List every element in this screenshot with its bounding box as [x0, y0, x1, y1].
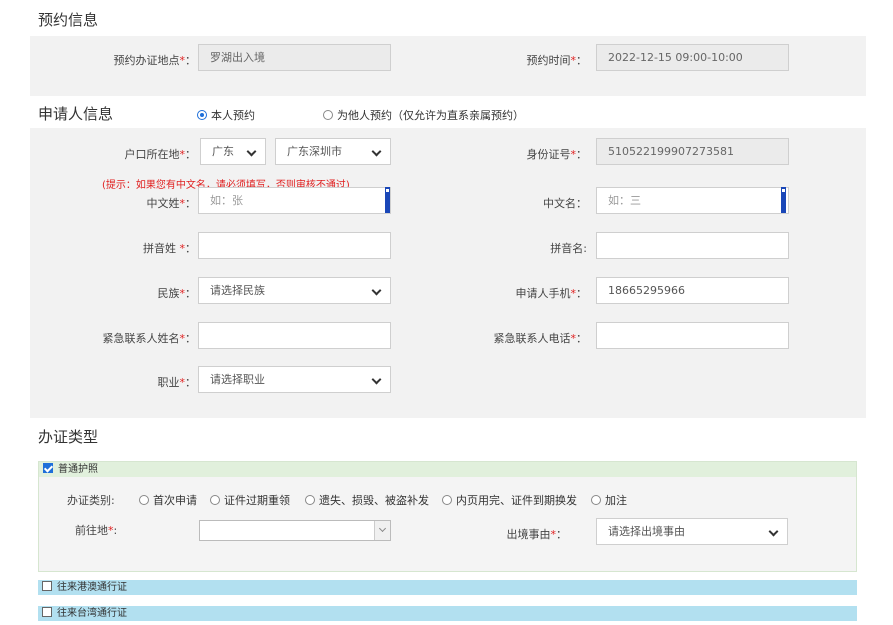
- ethnicity-label: 民族*：: [157, 287, 197, 300]
- hk-macau-permit-header[interactable]: 往来港澳通行证: [38, 580, 857, 595]
- radio-empty-icon: [210, 495, 220, 505]
- occupation-select[interactable]: 请选择职业: [198, 366, 391, 393]
- given-name-label: 中文名：: [543, 197, 587, 210]
- input-scroll-handle[interactable]: [385, 187, 390, 213]
- occupation-label: 职业*：: [157, 376, 197, 389]
- radio-other-appointment[interactable]: 为他人预约（仅允许为直系亲属预约）: [323, 107, 524, 123]
- destination-label: 前往地*:: [75, 524, 118, 537]
- cert-category-label: 办证类别:: [67, 494, 115, 507]
- pinyin-given-input[interactable]: [596, 232, 789, 259]
- id-number-label: 身份证号*：: [526, 148, 588, 161]
- chevron-down-icon: [371, 285, 382, 296]
- emergency-name-input[interactable]: [198, 322, 391, 349]
- appointment-time-label: 预约时间*：: [526, 54, 588, 67]
- chevron-down-icon: [768, 526, 779, 537]
- hukou-label: 户口所在地*：: [124, 148, 197, 161]
- phone-label: 申请人手机*：: [515, 287, 588, 300]
- checkbox-unchecked-icon[interactable]: [42, 607, 52, 617]
- pinyin-given-label: 拼音名:: [550, 242, 587, 255]
- appointment-panel: 预约办证地点*： 罗湖出入境 预约时间*： 2022-12-15 09:00-1…: [30, 36, 866, 96]
- phone-input[interactable]: 18665295966: [596, 277, 789, 304]
- cert-type-section-title: 办证类型: [38, 428, 99, 446]
- emergency-name-label: 紧急联系人姓名*：: [102, 332, 197, 345]
- chevron-down-icon: [371, 146, 382, 157]
- surname-label: 中文姓*：: [146, 197, 197, 210]
- id-number-field: 510522199907273581: [596, 138, 789, 165]
- taiwan-permit-header[interactable]: 往来台湾通行证: [38, 606, 857, 621]
- exit-reason-label: 出境事由*：: [506, 528, 568, 541]
- radio-empty-icon: [139, 495, 149, 505]
- surname-input[interactable]: 如：张: [198, 187, 391, 214]
- option-first-apply[interactable]: 首次申请: [139, 492, 197, 508]
- destination-combobox[interactable]: [199, 520, 391, 541]
- checkbox-unchecked-icon[interactable]: [42, 581, 52, 591]
- passport-header[interactable]: 普通护照: [39, 462, 856, 477]
- option-pages-full-renew[interactable]: 内页用完、证件到期换发: [442, 492, 577, 508]
- page: 预约信息 预约办证地点*： 罗湖出入境 预约时间*： 2022-12-15 09…: [0, 0, 893, 625]
- chevron-down-icon: [246, 146, 257, 157]
- pinyin-surname-label: 拼音姓 *：: [143, 242, 196, 255]
- option-expired-reapply[interactable]: 证件过期重领: [210, 492, 290, 508]
- exit-reason-select[interactable]: 请选择出境事由: [596, 518, 788, 545]
- checkbox-checked-icon[interactable]: [43, 463, 53, 473]
- pinyin-surname-input[interactable]: [198, 232, 391, 259]
- chevron-down-icon: [378, 524, 387, 533]
- chevron-down-icon: [371, 374, 382, 385]
- passport-section: 普通护照 办证类别: 首次申请 证件过期重领 遗失、损毁、被盗补发 内页用完、证…: [38, 461, 857, 572]
- given-name-input[interactable]: 如：三: [596, 187, 789, 214]
- option-lost-reissue[interactable]: 遗失、损毁、被盗补发: [305, 492, 429, 508]
- emergency-phone-label: 紧急联系人电话*：: [493, 332, 588, 345]
- appointment-section-title: 预约信息: [38, 11, 99, 29]
- ethnicity-select[interactable]: 请选择民族: [198, 277, 391, 304]
- hukou-province-select[interactable]: 广东: [200, 138, 266, 165]
- radio-self-appointment[interactable]: 本人预约: [197, 107, 255, 123]
- radio-empty-icon: [442, 495, 452, 505]
- radio-selected-icon: [197, 110, 207, 120]
- radio-empty-icon: [305, 495, 315, 505]
- input-scroll-handle[interactable]: [781, 187, 786, 213]
- appointment-location-label: 预约办证地点*：: [113, 54, 197, 67]
- emergency-phone-input[interactable]: [596, 322, 789, 349]
- applicant-section-title: 申请人信息: [38, 105, 114, 123]
- appointment-time-field: 2022-12-15 09:00-10:00: [596, 44, 789, 71]
- option-endorsement[interactable]: 加注: [591, 492, 627, 508]
- combobox-dropdown-button[interactable]: [374, 521, 390, 540]
- radio-empty-icon: [323, 110, 333, 120]
- applicant-panel: 户口所在地*： 广东 广东深圳市 身份证号*： 5105221999072735…: [30, 128, 866, 418]
- radio-empty-icon: [591, 495, 601, 505]
- appointment-location-field: 罗湖出入境: [198, 44, 391, 71]
- hukou-city-select[interactable]: 广东深圳市: [275, 138, 391, 165]
